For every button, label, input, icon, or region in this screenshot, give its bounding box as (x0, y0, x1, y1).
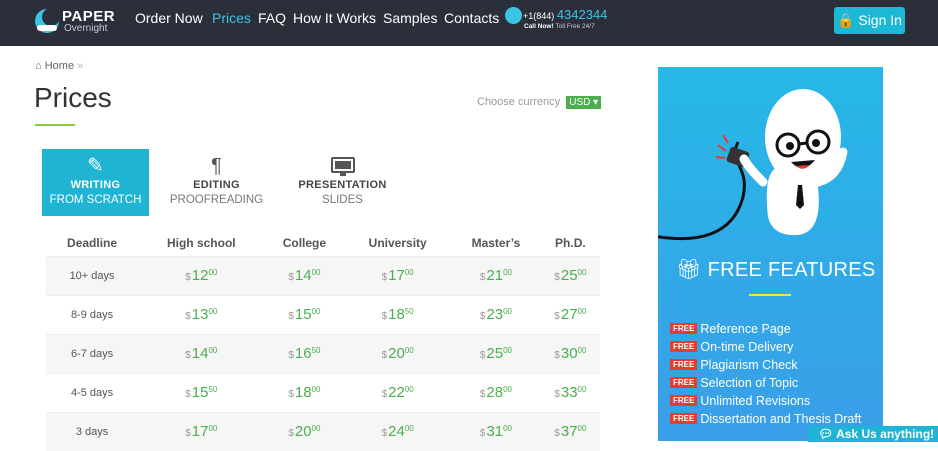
free-badge: FREE (670, 323, 698, 334)
price-cell[interactable]: $1400 (264, 255, 345, 295)
table-row: 10+ days $1200 $1400 $1700 $2100 $2500 (46, 255, 600, 295)
deadline-cell: 3 days (46, 411, 139, 451)
col-masters: Master’s (471, 235, 521, 250)
deadline-cell: 4-5 days (46, 372, 139, 412)
home-icon: ⌂ (35, 60, 42, 72)
currency-chooser: Choose currency USD ▾ (477, 96, 602, 109)
breadcrumb: ⌂ Home » (35, 60, 84, 72)
ask-us-chat-button[interactable]: 💬︎ Ask Us anything! (808, 426, 938, 442)
tab-editing[interactable]: ¶ EDITING PROOFREADING (165, 149, 268, 216)
free-badge: FREE (670, 377, 698, 388)
nav-samples[interactable]: Samples (383, 10, 437, 26)
deadline-cell: 8-9 days (46, 294, 139, 334)
tab-presentation[interactable]: PRESENTATION SLIDES (285, 149, 400, 216)
nav-contacts[interactable]: Contacts (444, 10, 499, 26)
price-cell[interactable]: $1800 (264, 372, 345, 412)
table-row: 4-5 days $1550 $1800 $2200 $2800 $3300 (46, 372, 600, 412)
free-features-panel: 🎁︎ FREE FEATURES FREE Reference Page FREE O… (658, 67, 883, 441)
price-cell[interactable]: $2700 (540, 294, 600, 334)
features-list: FREE Reference Page FREE On-time Delivery FR… (670, 322, 883, 430)
pencil-icon: ✎ (87, 155, 104, 177)
deadline-cell: 6-7 days (46, 333, 139, 373)
free-badge: FREE (670, 359, 698, 370)
monitor-icon (285, 153, 400, 179)
price-cell[interactable]: $3700 (540, 411, 600, 451)
logo[interactable]: PAPER Overnight (34, 6, 130, 36)
price-cell[interactable]: $2500 (451, 333, 541, 373)
lock-icon: 🔒 (837, 12, 855, 28)
col-university: University (368, 235, 427, 250)
sign-in-button[interactable]: 🔒 Sign In (834, 7, 905, 34)
mascot-illustration (658, 89, 848, 241)
phone-tagline: Call Now! Toll Free 24/7 (524, 23, 595, 30)
currency-select[interactable]: USD ▾ (566, 96, 602, 109)
title-underline (35, 124, 75, 126)
breadcrumb-home[interactable]: Home (45, 60, 74, 72)
deadline-cell: 10+ days (46, 255, 139, 295)
free-badge: FREE (670, 395, 698, 406)
price-cell[interactable]: $3100 (451, 411, 541, 451)
feature-item: FREE Plagiarism Check (670, 358, 883, 376)
phone-number: +1(844) 4342344 (523, 7, 608, 22)
price-cell[interactable]: $2400 (344, 411, 452, 451)
tab-writing[interactable]: ✎ WRITING FROM SCRATCH (42, 149, 149, 216)
table-row: 8-9 days $1300 $1500 $1850 $2300 $2700 (46, 294, 600, 334)
nav-how-it-works[interactable]: How It Works (293, 10, 376, 26)
price-cell[interactable]: $2800 (451, 372, 541, 412)
table-header-row: Deadline High school College University … (46, 230, 600, 256)
price-cell[interactable]: $3000 (540, 333, 600, 373)
price-cell[interactable]: $1400 (138, 333, 265, 373)
price-cell[interactable]: $3300 (540, 372, 600, 412)
price-cell[interactable]: $2100 (451, 255, 541, 295)
col-high-school: High school (166, 235, 236, 250)
price-cell[interactable]: $1200 (138, 255, 265, 295)
col-deadline: Deadline (67, 235, 118, 250)
free-badge: FREE (670, 341, 698, 352)
price-cell[interactable]: $1300 (138, 294, 265, 334)
table-row: 6-7 days $1400 $1650 $2000 $2500 $3000 (46, 333, 600, 373)
gift-icon: 🎁︎ (676, 259, 702, 281)
moon-logo-icon (35, 8, 60, 33)
top-navbar: PAPER Overnight Order Now Prices FAQ How… (0, 0, 938, 46)
price-cell[interactable]: $2200 (344, 372, 452, 412)
service-tabs: ✎ WRITING FROM SCRATCH ¶ EDITING PROOFRE… (42, 149, 402, 216)
price-cell[interactable]: $1550 (138, 372, 265, 412)
table-row: 3 days $1700 $2000 $2400 $3100 $3700 (46, 411, 600, 451)
price-cell[interactable]: $2000 (344, 333, 452, 373)
price-cell[interactable]: $2300 (451, 294, 541, 334)
price-cell[interactable]: $1700 (344, 255, 452, 295)
price-cell[interactable]: $2500 (540, 255, 600, 295)
brand-subtitle: Overnight (64, 23, 108, 34)
phone-contact[interactable]: +1(844) 4342344 Call Now! Toll Free 24/7 (505, 5, 615, 35)
free-badge: FREE (670, 413, 698, 424)
free-features-title: 🎁︎ FREE FEATURES (676, 259, 876, 281)
phone-icon (505, 7, 522, 24)
price-cell[interactable]: $1650 (264, 333, 345, 373)
col-phd: Ph.D. (555, 235, 586, 250)
feature-item: FREE Selection of Topic (670, 376, 883, 394)
feature-item: FREE Unlimited Revisions (670, 394, 883, 412)
price-cell[interactable]: $1700 (138, 411, 265, 451)
feature-item: FREE On-time Delivery (670, 340, 883, 358)
nav-prices[interactable]: Prices (212, 10, 251, 26)
chat-icon: 💬︎ (818, 427, 834, 441)
col-college: College (282, 235, 327, 250)
price-cell[interactable]: $1500 (264, 294, 345, 334)
pilcrow-icon: ¶ (211, 155, 222, 177)
price-cell[interactable]: $1850 (344, 294, 452, 334)
nav-order-now[interactable]: Order Now (135, 10, 203, 26)
nav-faq[interactable]: FAQ (258, 10, 286, 26)
page-title: Prices (34, 82, 112, 113)
price-table: Deadline High school College University … (46, 230, 600, 451)
currency-label: Choose currency (477, 96, 561, 108)
feature-item: FREE Reference Page (670, 322, 883, 340)
features-underline (749, 294, 791, 296)
price-cell[interactable]: $2000 (264, 411, 345, 451)
